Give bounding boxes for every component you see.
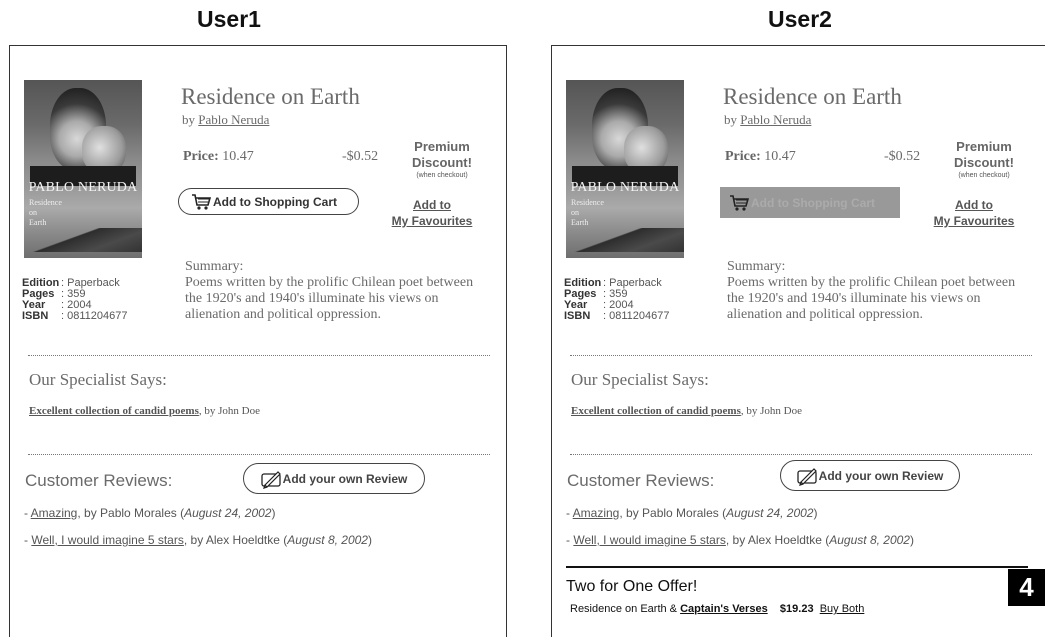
user1-heading: User1	[197, 6, 261, 32]
offer-line: Residence on Earth & Captain's Verses $1…	[570, 603, 865, 615]
pen-icon	[261, 470, 281, 489]
discount-amount: -$0.52	[342, 149, 379, 164]
add-to-favourites-link[interactable]: Add to My Favourites	[382, 197, 482, 229]
cover-title: Residence on Earth	[29, 198, 62, 227]
customer-reviews-heading: Customer Reviews:	[567, 471, 715, 490]
review-link[interactable]: Amazing	[31, 506, 78, 520]
book-details: Edition: Paperback Pages: 359 Year: 2004…	[564, 277, 670, 322]
shopping-cart-icon	[730, 194, 749, 211]
book-cover-image: PABLO NERUDA Residence on Earth	[566, 80, 684, 258]
book-summary: Summary: Poems written by the prolific C…	[727, 259, 1016, 322]
add-review-button[interactable]: Add your own Review	[243, 463, 425, 494]
premium-discount-note: Premium Discount! (when checkout)	[954, 139, 1014, 179]
divider	[570, 454, 1032, 455]
user1-book-page: PABLO NERUDA Residence on Earth Edition:…	[9, 45, 507, 637]
book-summary: Summary: Poems written by the prolific C…	[185, 259, 474, 322]
specialist-review: Excellent collection of candid poems, by…	[571, 405, 802, 417]
review-item: - Amazing, by Pablo Morales (August 24, …	[566, 506, 818, 520]
review-link[interactable]: Well, I would imagine 5 stars	[573, 533, 726, 547]
price: Price: 10.47	[183, 149, 254, 164]
user2-book-page: PABLO NERUDA Residence on Earth Edition:…	[551, 45, 1045, 637]
specialist-heading: Our Specialist Says:	[571, 370, 709, 389]
shopping-cart-icon	[192, 193, 211, 210]
figure-number-badge: 4	[1008, 569, 1045, 606]
offer-price: $19.23	[779, 603, 814, 615]
divider	[28, 454, 490, 455]
book-cover-image: PABLO NERUDA Residence on Earth	[24, 80, 142, 258]
review-item: - Well, I would imagine 5 stars, by Alex…	[566, 533, 914, 547]
author-link[interactable]: Pablo Neruda	[740, 112, 811, 127]
specialist-review-link[interactable]: Excellent collection of candid poems	[29, 405, 199, 417]
offer-divider	[566, 566, 1028, 568]
specialist-review: Excellent collection of candid poems, by…	[29, 405, 260, 417]
customer-reviews-heading: Customer Reviews:	[25, 471, 173, 490]
divider	[570, 355, 1032, 356]
book-title: Residence on Earth	[723, 84, 902, 109]
add-to-cart-button[interactable]: Add to Shopping Cart	[178, 188, 359, 215]
book-details: Edition: Paperback Pages: 359 Year: 2004…	[22, 277, 128, 322]
review-item: - Well, I would imagine 5 stars, by Alex…	[24, 533, 372, 547]
book-author: by Pablo Neruda	[182, 112, 270, 127]
user2-heading: User2	[768, 6, 832, 32]
captains-verses-link[interactable]: Captain's Verses	[680, 603, 768, 615]
offer-title: Two for One Offer!	[566, 578, 698, 595]
premium-discount-note: Premium Discount! (when checkout)	[412, 139, 472, 179]
price: Price: 10.47	[725, 149, 796, 164]
add-to-cart-button[interactable]: Add to Shopping Cart	[720, 187, 900, 218]
buy-both-link[interactable]: Buy Both	[820, 603, 865, 615]
book-title: Residence on Earth	[181, 84, 360, 109]
specialist-review-link[interactable]: Excellent collection of candid poems	[571, 405, 741, 417]
cover-author: PABLO NERUDA	[28, 180, 138, 195]
review-item: - Amazing, by Pablo Morales (August 24, …	[24, 506, 276, 520]
book-author: by Pablo Neruda	[724, 112, 812, 127]
add-review-button[interactable]: Add your own Review	[780, 460, 960, 491]
discount-amount: -$0.52	[884, 149, 921, 164]
divider	[28, 355, 490, 356]
pen-icon	[797, 467, 817, 486]
review-link[interactable]: Well, I would imagine 5 stars	[31, 533, 184, 547]
author-link[interactable]: Pablo Neruda	[198, 112, 269, 127]
specialist-heading: Our Specialist Says:	[29, 370, 167, 389]
cover-title: Residence on Earth	[571, 198, 604, 227]
cover-author: PABLO NERUDA	[570, 180, 680, 195]
review-link[interactable]: Amazing	[573, 506, 620, 520]
add-to-favourites-link[interactable]: Add to My Favourites	[924, 197, 1024, 229]
